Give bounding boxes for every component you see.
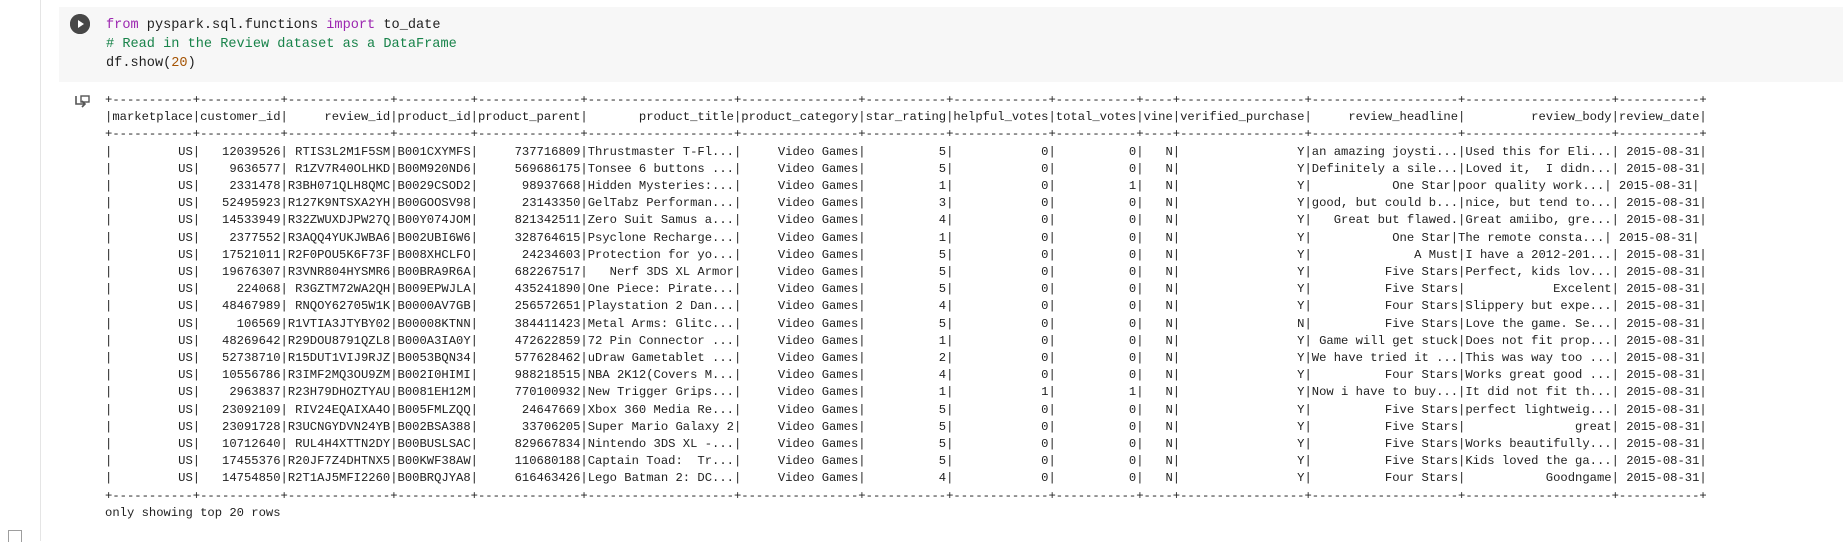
panel-toggle-icon[interactable]	[8, 530, 22, 542]
output-arrow-icon	[75, 95, 90, 108]
left-gutter	[0, 0, 41, 542]
play-circle-icon	[70, 14, 90, 34]
dataframe-table: +-----------+-----------+--------------+…	[105, 93, 1707, 503]
output-footer: only showing top 20 rows	[105, 505, 281, 520]
cell-output: +-----------+-----------+--------------+…	[105, 92, 1707, 522]
code-editor[interactable]: from pyspark.sql.functions import to_dat…	[106, 16, 457, 73]
code-line-1: from pyspark.sql.functions import to_dat…	[106, 18, 441, 33]
code-line-3: df.show(20)	[106, 56, 196, 71]
run-cell-button[interactable]	[70, 14, 90, 34]
code-line-2: # Read in the Review dataset as a DataFr…	[106, 37, 457, 52]
output-menu-button[interactable]	[73, 94, 91, 112]
